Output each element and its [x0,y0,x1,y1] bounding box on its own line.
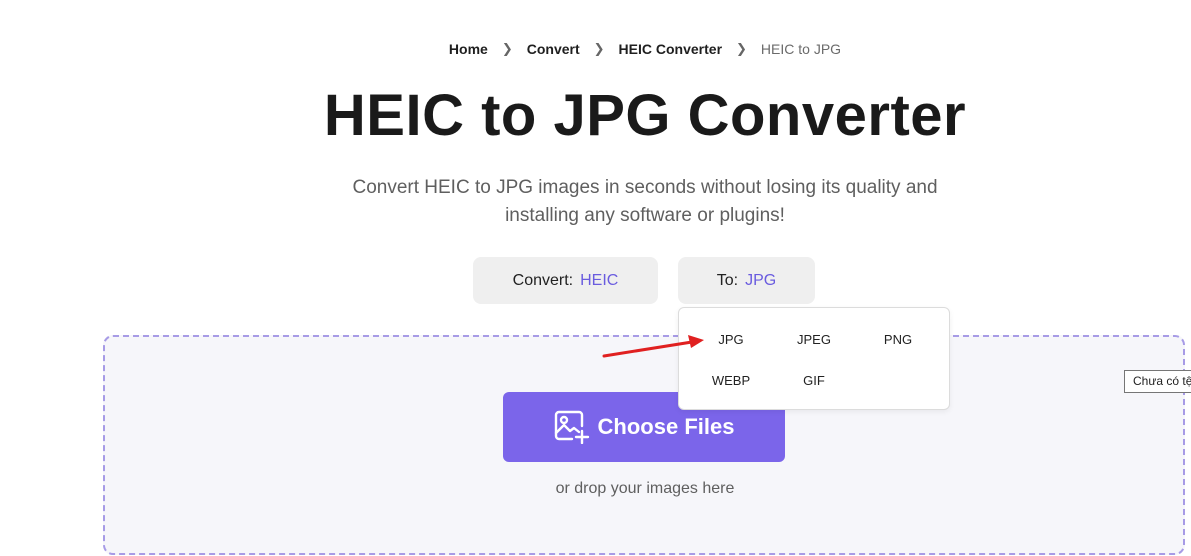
breadcrumb-current: HEIC to JPG [760,41,842,57]
annotation-arrow-icon [602,335,704,358]
convert-from-label: Convert: [512,271,574,289]
chevron-right-icon: ❯ [501,41,513,56]
add-image-icon [554,410,589,444]
format-option-gif[interactable]: GIF [779,373,849,388]
convert-from-value: HEIC [580,271,619,289]
chevron-right-icon: ❯ [593,41,605,56]
breadcrumb-heic-converter-link[interactable]: HEIC Converter [619,41,722,57]
format-option-webp[interactable]: WEBP [696,373,766,388]
file-input-tooltip: Chưa có tệp [1124,370,1191,393]
convert-from-selector[interactable]: Convert: HEIC [473,257,658,304]
page-subtitle: Convert HEIC to JPG images in seconds wi… [0,174,1191,230]
breadcrumb-convert-link[interactable]: Convert [527,41,580,57]
breadcrumb-home-link[interactable]: Home [449,41,488,57]
format-option-jpeg[interactable]: JPEG [779,332,849,347]
subtitle-line-1: Convert HEIC to JPG images in seconds wi… [352,177,938,198]
format-option-png[interactable]: PNG [863,332,933,347]
convert-to-label: To: [716,271,739,289]
page-title: HEIC to JPG Converter [323,83,967,148]
convert-to-value: JPG [745,271,777,289]
convert-to-selector[interactable]: To: JPG [678,257,815,304]
choose-files-label: Choose Files [597,414,735,439]
target-format-dropdown: JPG JPEG PNG WEBP GIF [678,307,950,410]
breadcrumb: Home ❯ Convert ❯ HEIC Converter ❯ HEIC t… [0,41,1191,57]
subtitle-line-2: installing any software or plugins! [505,205,785,226]
drop-hint: or drop your images here [555,480,735,497]
chevron-right-icon: ❯ [736,41,747,56]
